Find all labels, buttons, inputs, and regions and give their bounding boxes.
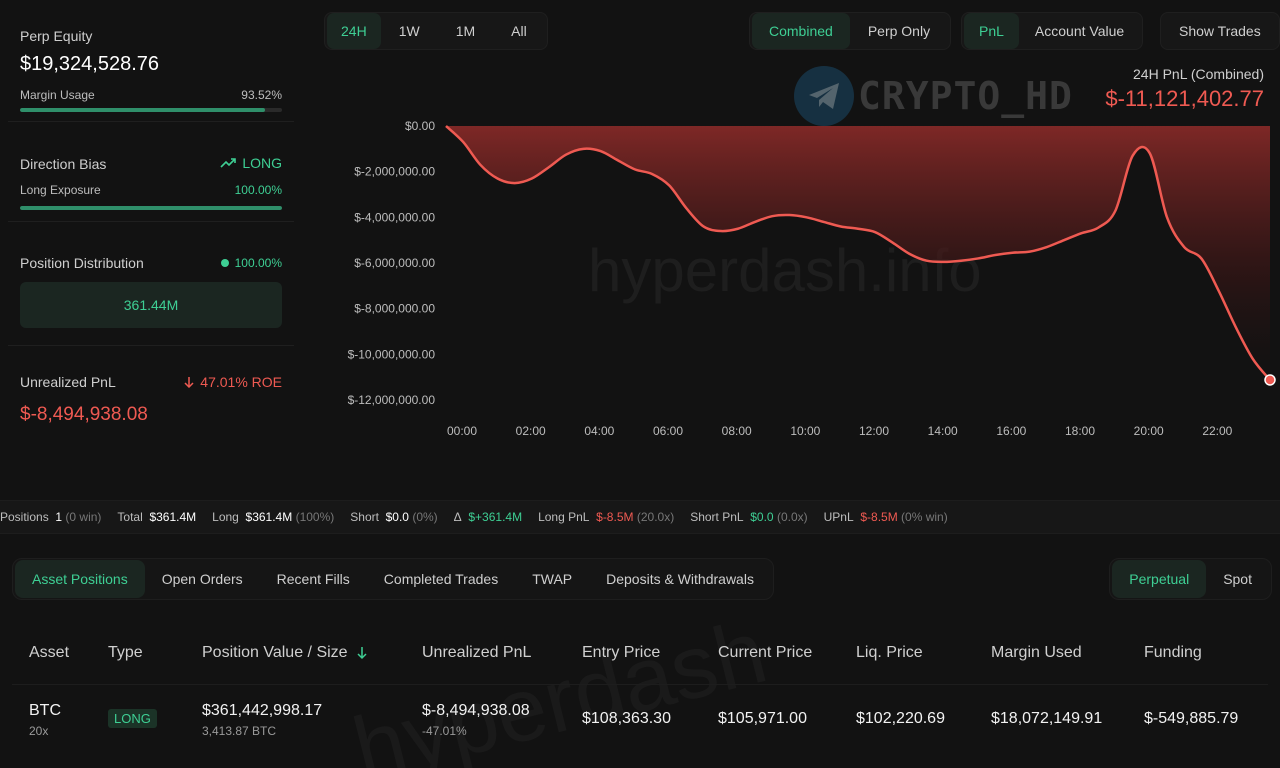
- market-tabs: Perpetual Spot: [1109, 558, 1272, 600]
- tab-recent-fills[interactable]: Recent Fills: [260, 560, 367, 598]
- x-tick-label: 20:00: [1134, 424, 1164, 438]
- header-entry-price[interactable]: Entry Price: [582, 644, 660, 662]
- tab-twap[interactable]: TWAP: [515, 560, 589, 598]
- y-tick-label: $-2,000,000.00: [354, 165, 435, 179]
- tab-perpetual[interactable]: Perpetual: [1112, 560, 1207, 598]
- tab-asset-positions[interactable]: Asset Positions: [15, 560, 145, 598]
- tab-deposits-withdrawals[interactable]: Deposits & Withdrawals: [589, 560, 771, 598]
- short-stat: Short $0.0 (0%): [350, 510, 438, 524]
- y-tick-label: $-6,000,000.00: [354, 256, 435, 270]
- upnl-stat: UPnL $-8.5M (0% win): [823, 510, 948, 524]
- entry-price: $108,363.30: [582, 710, 671, 727]
- y-tick-label: $-4,000,000.00: [354, 210, 435, 224]
- asset-leverage: 20x: [29, 724, 49, 738]
- row-upnl: $-8,494,938.08: [422, 702, 530, 719]
- table-divider: [12, 684, 1268, 685]
- x-tick-label: 06:00: [653, 424, 683, 438]
- row-upnl-pct: -47.01%: [422, 724, 467, 738]
- x-tick-label: 00:00: [447, 424, 477, 438]
- x-tick-label: 12:00: [859, 424, 889, 438]
- liq-price: $102,220.69: [856, 710, 945, 727]
- x-tick-label: 14:00: [928, 424, 958, 438]
- asset-name: BTC: [29, 702, 61, 719]
- delta-stat: Δ $+361.4M: [453, 510, 523, 524]
- total-stat: Total $361.4M: [117, 510, 197, 524]
- x-tick-label: 08:00: [722, 424, 752, 438]
- x-tick-label: 10:00: [790, 424, 820, 438]
- header-funding[interactable]: Funding: [1144, 644, 1202, 662]
- positions-summary-strip: Positions 1 (0 win) Total $361.4M Long $…: [0, 500, 1280, 534]
- tab-spot[interactable]: Spot: [1206, 560, 1269, 598]
- header-position-value[interactable]: Position Value / Size: [202, 644, 368, 662]
- current-price: $105,971.00: [718, 710, 807, 727]
- long-stat: Long $361.4M (100%): [212, 510, 335, 524]
- positions-stat: Positions 1 (0 win): [0, 510, 102, 524]
- header-asset[interactable]: Asset: [29, 644, 69, 662]
- pnl-endpoint: [1264, 374, 1276, 386]
- header-unrealized-pnl[interactable]: Unrealized PnL: [422, 644, 531, 662]
- tab-open-orders[interactable]: Open Orders: [145, 560, 260, 598]
- positions-tabs: Asset Positions Open Orders Recent Fills…: [12, 558, 774, 600]
- y-tick-label: $0.00: [405, 119, 435, 133]
- y-tick-label: $-8,000,000.00: [354, 302, 435, 316]
- header-type[interactable]: Type: [108, 644, 143, 662]
- x-tick-label: 22:00: [1202, 424, 1232, 438]
- x-tick-label: 16:00: [996, 424, 1026, 438]
- tab-completed-trades[interactable]: Completed Trades: [367, 560, 515, 598]
- position-size: 3,413.87 BTC: [202, 724, 277, 738]
- pnl-chart[interactable]: $0.00 $-2,000,000.00 $-4,000,000.00 $-6,000…: [0, 0, 1280, 470]
- pnl-area: [446, 126, 1270, 380]
- margin-used: $18,072,149.91: [991, 710, 1103, 727]
- funding: $-549,885.79: [1144, 710, 1239, 727]
- sort-down-icon: [357, 647, 367, 660]
- x-tick-label: 02:00: [516, 424, 546, 438]
- y-tick-label: $-12,000,000.00: [348, 393, 436, 407]
- type-badge: LONG: [108, 709, 157, 728]
- long-pnl-stat: Long PnL $-8.5M (20.0x): [538, 510, 675, 524]
- x-tick-label: 04:00: [584, 424, 614, 438]
- short-pnl-stat: Short PnL $0.0 (0.0x): [690, 510, 808, 524]
- header-current-price[interactable]: Current Price: [718, 644, 812, 662]
- position-value: $361,442,998.17: [202, 702, 323, 719]
- header-liq-price[interactable]: Liq. Price: [856, 644, 923, 662]
- x-tick-label: 18:00: [1065, 424, 1095, 438]
- header-margin-used[interactable]: Margin Used: [991, 644, 1082, 662]
- y-tick-label: $-10,000,000.00: [348, 347, 436, 361]
